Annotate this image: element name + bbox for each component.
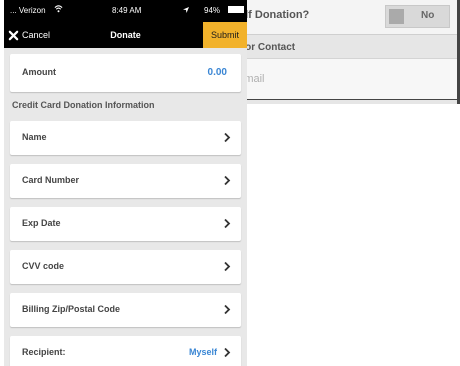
toggle-knob <box>389 9 404 24</box>
self-donation-label: elf Donation? <box>239 9 310 21</box>
exp-date-field[interactable]: Exp Date <box>10 207 241 241</box>
status-bar: ... Verizon 8:49 AM 94% <box>4 0 247 22</box>
billing-zip-label: Billing Zip/Postal Code <box>22 304 121 314</box>
chevron-right-icon <box>224 132 231 143</box>
clock-text: 8:49 AM <box>112 6 142 15</box>
location-arrow-icon <box>183 7 189 13</box>
chevron-right-icon <box>224 347 231 358</box>
recipient-label: Recipient: <box>22 347 66 357</box>
cvv-label: CVV code <box>22 261 65 271</box>
exp-date-label: Exp Date <box>22 218 61 228</box>
name-label: Name <box>22 132 47 142</box>
submit-button[interactable]: Submit <box>203 22 247 48</box>
recipient-field[interactable]: Recipient: Myself <box>10 336 241 366</box>
self-donation-row: elf Donation? No <box>225 0 457 35</box>
background-screen: elf Donation? No nor Contact Email <box>224 0 460 104</box>
battery-icon <box>228 6 244 13</box>
nav-bar: Cancel Donate Submit <box>4 22 247 48</box>
toggle-value: No <box>421 10 435 21</box>
amount-field[interactable]: Amount 0.00 <box>10 54 241 92</box>
amount-value: 0.00 <box>207 67 227 78</box>
chevron-right-icon <box>224 261 231 272</box>
name-field[interactable]: Name <box>10 121 241 155</box>
chevron-right-icon <box>224 218 231 229</box>
amount-label: Amount <box>22 67 56 77</box>
card-number-label: Card Number <box>22 175 80 185</box>
chevron-right-icon <box>224 175 231 186</box>
phone-screen: ... Verizon 8:49 AM 94% Cancel Donate Su… <box>4 0 247 366</box>
self-donation-toggle[interactable]: No <box>385 5 450 28</box>
cvv-field[interactable]: CVV code <box>10 250 241 284</box>
billing-zip-field[interactable]: Billing Zip/Postal Code <box>10 293 241 327</box>
email-field[interactable]: Email <box>225 58 457 100</box>
donation-form: Amount 0.00 Credit Card Donation Informa… <box>4 48 247 366</box>
donor-contact-section-label: nor Contact <box>239 42 296 53</box>
chevron-right-icon <box>224 304 231 315</box>
battery-percent: 94% <box>204 6 221 15</box>
wifi-icon <box>54 5 63 13</box>
recipient-value: Myself <box>188 347 217 357</box>
cc-section-title: Credit Card Donation Information <box>12 100 155 110</box>
card-number-field[interactable]: Card Number <box>10 164 241 198</box>
carrier-text: ... Verizon <box>10 6 46 15</box>
